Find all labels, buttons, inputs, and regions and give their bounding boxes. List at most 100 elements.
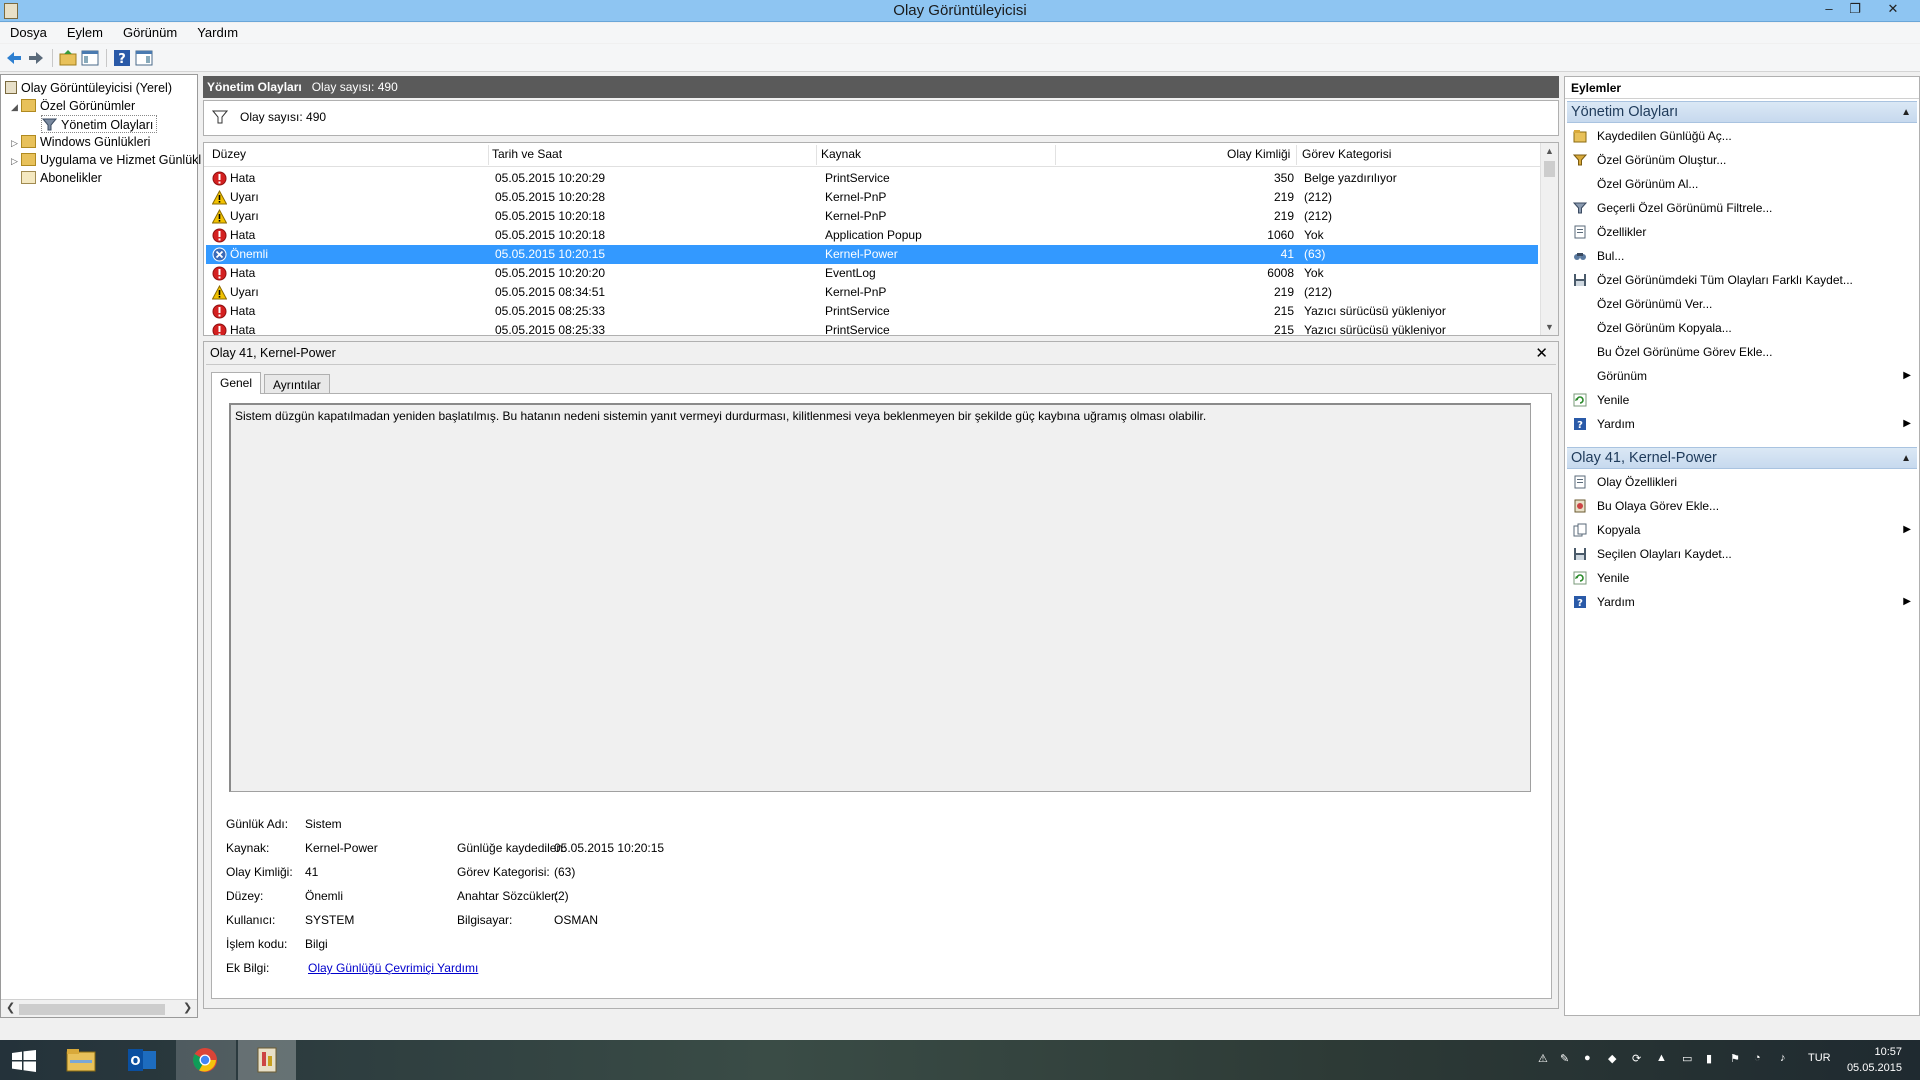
cell-source: Kernel-PnP: [825, 285, 887, 299]
column-header-event-id[interactable]: Olay Kimliği: [1227, 147, 1290, 161]
table-row[interactable]: Hata 05.05.2015 10:20:29 PrintService 350 Be…: [206, 169, 1538, 188]
scrollbar-thumb[interactable]: [1544, 161, 1555, 177]
action-item[interactable]: Özel Görünümdeki Tüm Olayları Farklı Kay…: [1567, 269, 1917, 291]
tray-icon-battery[interactable]: ▮: [1706, 1052, 1712, 1065]
tray-icon-volume[interactable]: ♪: [1780, 1052, 1786, 1064]
tree-item-root[interactable]: Olay Görüntüleyicisi (Yerel): [5, 79, 172, 97]
actions-section-event[interactable]: Olay 41, Kernel-Power ▲: [1567, 447, 1917, 469]
action-item[interactable]: Özel Görünüm Kopyala...: [1567, 317, 1917, 339]
tray-icon-antivirus[interactable]: ●: [1584, 1052, 1591, 1064]
column-header-task-category[interactable]: Görev Kategorisi: [1302, 147, 1391, 161]
menu-eylem[interactable]: Eylem: [57, 23, 113, 40]
table-row[interactable]: Hata 05.05.2015 08:25:33 PrintService 215 Ya…: [206, 321, 1538, 336]
event-list-scrollbar[interactable]: ▲ ▼: [1540, 143, 1558, 335]
taskbar-chrome[interactable]: [176, 1040, 236, 1080]
action-item[interactable]: Özel Görünümü Ver...: [1567, 293, 1917, 315]
scroll-left-icon[interactable]: ❮: [6, 1001, 15, 1014]
windows-start-icon[interactable]: [12, 1050, 36, 1072]
action-item[interactable]: Bu Olaya Görev Ekle...: [1567, 495, 1917, 517]
tree-item-app-service-logs[interactable]: ▷ Uygulama ve Hizmet Günlükl: [11, 151, 201, 169]
table-row[interactable]: Uyarı 05.05.2015 08:34:51 Kernel-PnP 219 (21…: [206, 283, 1538, 302]
column-divider[interactable]: [816, 145, 817, 165]
action-item[interactable]: Yenile: [1567, 567, 1917, 589]
folder-up-icon[interactable]: [58, 48, 78, 68]
expanded-triangle-icon[interactable]: ◢: [11, 98, 21, 116]
restore-button[interactable]: ❐: [1842, 0, 1868, 20]
scroll-down-icon[interactable]: ▼: [1545, 322, 1554, 332]
help-icon[interactable]: ?: [112, 48, 132, 68]
table-row[interactable]: Hata 05.05.2015 08:25:33 PrintService 215 Ya…: [206, 302, 1538, 321]
taskbar-event-viewer[interactable]: [238, 1040, 296, 1080]
menu-dosya[interactable]: Dosya: [0, 23, 57, 40]
action-item[interactable]: Olay Özellikleri: [1567, 471, 1917, 493]
action-item[interactable]: Bu Özel Görünüme Görev Ekle...: [1567, 341, 1917, 363]
action-item[interactable]: Görünüm ▶: [1567, 365, 1917, 387]
tray-icon-wifi[interactable]: ◔: [1754, 1052, 1761, 1064]
column-header-source[interactable]: Kaynak: [821, 147, 861, 161]
action-item[interactable]: Seçilen Olayları Kaydet...: [1567, 543, 1917, 565]
tree-item-custom-views[interactable]: ◢ Özel Görünümler: [11, 97, 135, 115]
tray-icon-expand[interactable]: ▲: [1656, 1052, 1667, 1064]
cell-event-id: 1060: [1267, 228, 1294, 242]
table-row[interactable]: Hata 05.05.2015 10:20:18 Application Popup…: [206, 226, 1538, 245]
tree-item-subscriptions[interactable]: Abonelikler: [21, 169, 102, 187]
tree-item-admin-events[interactable]: Yönetim Olayları: [41, 115, 158, 133]
column-divider[interactable]: [488, 145, 489, 165]
column-divider[interactable]: [1296, 145, 1297, 165]
action-item[interactable]: ? Yardım ▶: [1567, 413, 1917, 435]
action-item[interactable]: ? Yardım ▶: [1567, 591, 1917, 613]
action-item[interactable]: Kopyala ▶: [1567, 519, 1917, 541]
prop-label-keywords: Anahtar Sözcükler:: [457, 889, 559, 903]
table-row[interactable]: Önemli 05.05.2015 10:20:15 Kernel-Power 41 (…: [206, 245, 1538, 264]
system-clock[interactable]: 10:57 05.05.2015: [1847, 1044, 1902, 1076]
open-log-icon: [1573, 130, 1587, 143]
column-header-level[interactable]: Düzey: [212, 147, 246, 161]
close-window-button[interactable]: ✕: [1880, 0, 1906, 20]
action-item[interactable]: Özel Görünüm Al...: [1567, 173, 1917, 195]
tray-icon-display[interactable]: ▭: [1682, 1052, 1692, 1065]
cell-source: PrintService: [825, 323, 890, 336]
tab-ayrintilar[interactable]: Ayrıntılar: [264, 374, 330, 393]
event-description-box[interactable]: Sistem düzgün kapatılmadan yeniden başla…: [229, 403, 1531, 792]
action-item[interactable]: Geçerli Özel Görünümü Filtrele...: [1567, 197, 1917, 219]
table-row[interactable]: Uyarı 05.05.2015 10:20:28 Kernel-PnP 219 (21…: [206, 188, 1538, 207]
action-item[interactable]: Yenile: [1567, 389, 1917, 411]
action-item[interactable]: Özel Görünüm Oluştur...: [1567, 149, 1917, 171]
table-row[interactable]: Hata 05.05.2015 10:20:20 EventLog 6008 Yok: [206, 264, 1538, 283]
collapse-caret-icon[interactable]: ▲: [1901, 448, 1911, 469]
table-row[interactable]: Uyarı 05.05.2015 10:20:18 Kernel-PnP 219 (21…: [206, 207, 1538, 226]
tray-icon-flag[interactable]: ⚑: [1730, 1052, 1740, 1065]
collapse-caret-icon[interactable]: ▲: [1901, 102, 1911, 123]
column-divider[interactable]: [1055, 145, 1056, 165]
action-item[interactable]: Bul...: [1567, 245, 1917, 267]
action-item[interactable]: Kaydedilen Günlüğü Aç...: [1567, 125, 1917, 147]
menu-yardim[interactable]: Yardım: [187, 23, 248, 40]
scroll-up-icon[interactable]: ▲: [1545, 146, 1554, 156]
online-help-link[interactable]: Olay Günlüğü Çevrimiçi Yardımı: [308, 961, 478, 975]
forward-arrow-icon[interactable]: [26, 48, 46, 68]
back-arrow-icon[interactable]: [4, 48, 24, 68]
actions-section-admin-events[interactable]: Yönetim Olayları ▲: [1567, 101, 1917, 123]
input-language[interactable]: TUR: [1808, 1052, 1831, 1064]
taskbar-outlook[interactable]: O: [115, 1040, 169, 1080]
tray-icon-app[interactable]: ◆: [1608, 1052, 1616, 1065]
minimize-button[interactable]: –: [1816, 0, 1842, 20]
scrollbar-thumb[interactable]: [19, 1004, 165, 1015]
help-icon: ?: [1574, 418, 1586, 431]
scroll-right-icon[interactable]: ❯: [183, 1001, 192, 1014]
menu-gorunum[interactable]: Görünüm: [113, 23, 187, 40]
column-header-date[interactable]: Tarih ve Saat: [492, 147, 562, 161]
close-detail-icon[interactable]: ✕: [1535, 344, 1548, 362]
tray-icon-network-warning[interactable]: ⚠: [1538, 1052, 1548, 1065]
action-item[interactable]: Özellikler: [1567, 221, 1917, 243]
tree-item-windows-logs[interactable]: ▷ Windows Günlükleri: [11, 133, 150, 151]
tray-icon-sync[interactable]: ⟳: [1632, 1052, 1641, 1065]
taskbar-file-explorer[interactable]: [54, 1040, 108, 1080]
tree-horizontal-scrollbar[interactable]: ❮ ❯: [1, 999, 197, 1017]
console-tree-icon[interactable]: [80, 48, 100, 68]
collapsed-triangle-icon[interactable]: ▷: [11, 134, 21, 152]
tray-icon-notes[interactable]: ✎: [1560, 1052, 1569, 1065]
collapsed-triangle-icon[interactable]: ▷: [11, 152, 21, 170]
tab-genel[interactable]: Genel: [211, 372, 262, 394]
action-pane-icon[interactable]: [134, 48, 154, 68]
